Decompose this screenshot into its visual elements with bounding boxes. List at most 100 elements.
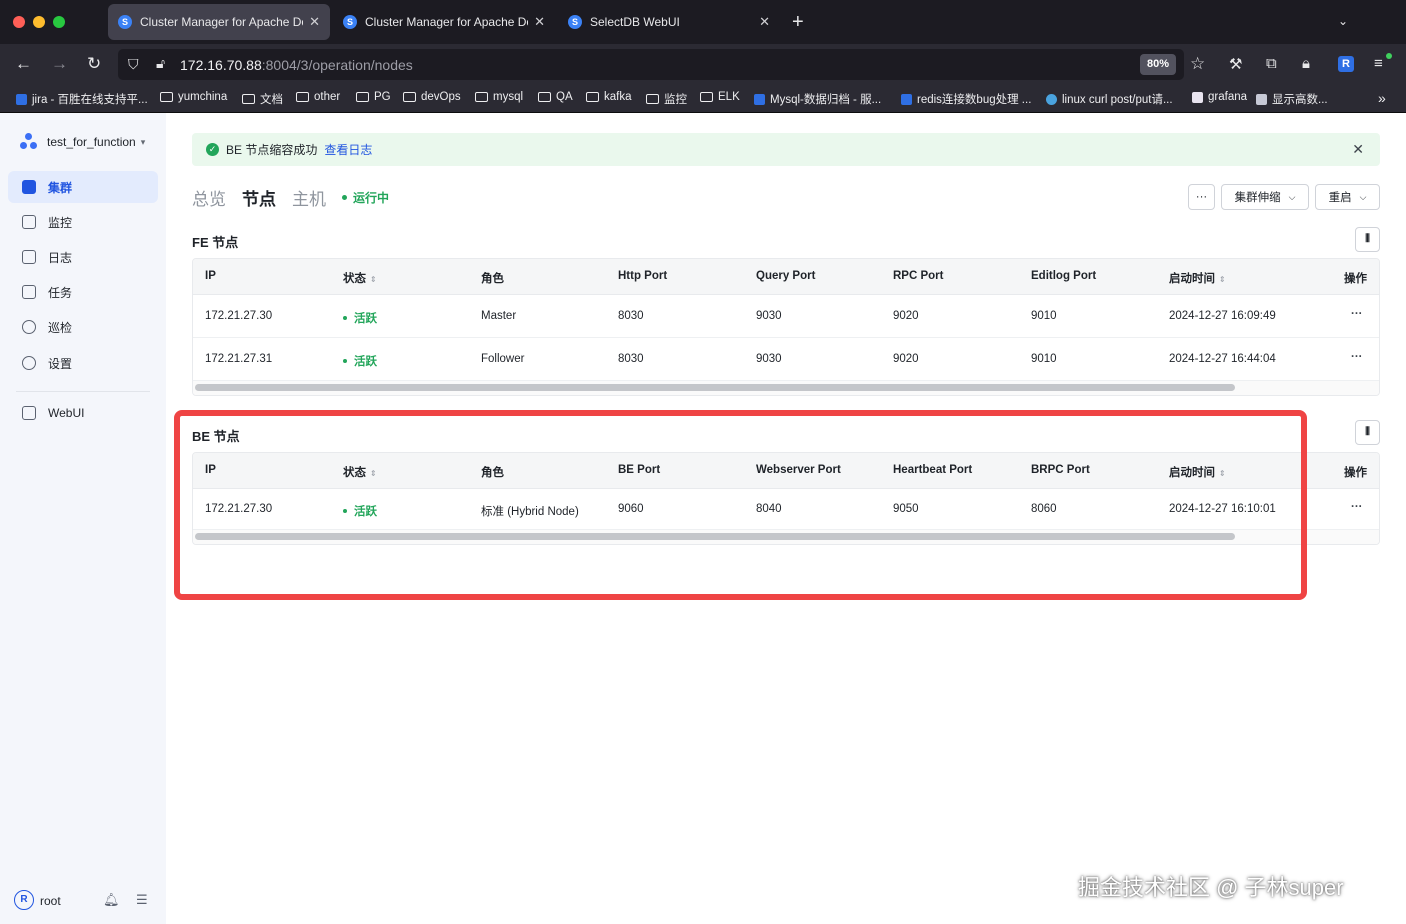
folder-icon [646, 94, 659, 104]
view-log-link[interactable]: 查看日志 [324, 141, 372, 158]
sort-icon[interactable]: ⇕ [370, 275, 377, 284]
annotation-highlight-box [174, 410, 1307, 600]
tab-overview[interactable]: 总览 [192, 185, 226, 210]
scrollbar-thumb[interactable] [195, 384, 1235, 391]
forward-icon[interactable]: → [51, 54, 68, 74]
sidebar-item-log[interactable]: 日志 [8, 241, 158, 273]
bookmark-folder-qa[interactable]: QA [538, 91, 573, 103]
minimize-window-button[interactable] [33, 16, 45, 28]
padlock-extension-icon[interactable]: 🔒︎ [1302, 55, 1310, 72]
user-name[interactable]: root [40, 894, 61, 908]
bookmark-redis[interactable]: redis连接数bug处理 ... [901, 91, 1031, 107]
sort-icon[interactable]: ⇕ [1219, 275, 1226, 284]
fe-table: IP 状态 ⇕ 角色 Http Port Query Port RPC Port … [192, 258, 1380, 396]
bookmark-linux-curl[interactable]: linux curl post/put请... [1046, 91, 1173, 107]
zoom-level-badge[interactable]: 80% [1140, 54, 1177, 75]
address-bar[interactable]: ⛉ 🔓︎ 172.16.70.88:8004/3/operation/nodes… [118, 49, 1205, 80]
browser-tab-1[interactable]: S Cluster Manager for Apache Doris ✕ [108, 4, 330, 40]
close-icon[interactable]: ✕ [1352, 141, 1364, 158]
row-actions-button[interactable]: ··· [1351, 501, 1363, 513]
extensions-icon[interactable]: ⧉ [1266, 55, 1277, 72]
more-bookmarks-icon[interactable]: » [1378, 90, 1386, 106]
cell-status: 活跃 [343, 310, 377, 326]
sidebar-item-webui[interactable]: WebUI [8, 397, 158, 429]
column-header: 操作 [1344, 273, 1367, 285]
cell-role: Follower [481, 353, 525, 365]
sidebar-item-label: 巡检 [48, 320, 73, 335]
column-settings-icon[interactable]: ⦀ [1355, 420, 1380, 445]
bookmark-folder-other[interactable]: other [296, 91, 340, 103]
app-menu-icon[interactable]: ≡ [1374, 55, 1383, 72]
new-tab-button[interactable]: + [792, 12, 804, 32]
column-header-sortable[interactable]: 启动时间 ⇕ [1169, 270, 1226, 286]
bookmark-jira[interactable]: jira - 百胜在线支持平... [16, 91, 148, 107]
close-tab-icon[interactable]: ✕ [759, 14, 770, 30]
tab-title: SelectDB WebUI [590, 15, 680, 29]
sidebar-item-task[interactable]: 任务 [8, 276, 158, 308]
cell-start-time: 2024-12-27 16:44:04 [1169, 353, 1276, 365]
column-header: RPC Port [893, 270, 944, 282]
cell-query-port: 9030 [756, 353, 782, 365]
cluster-scale-button[interactable]: 集群伸缩 ⌵ [1221, 184, 1309, 210]
doris-favicon-icon: S [343, 15, 357, 29]
restart-button[interactable]: 重启 ⌵ [1315, 184, 1380, 210]
bookmark-folder-yumchina[interactable]: yumchina [160, 91, 227, 103]
bookmark-folder-kafka[interactable]: kafka [586, 91, 632, 103]
column-header-sortable[interactable]: 状态 ⇕ [343, 270, 377, 286]
sidebar-item-cluster[interactable]: 集群 [8, 171, 158, 203]
sidebar-item-settings[interactable]: 设置 [8, 347, 158, 379]
extension-r-icon[interactable]: R [1338, 56, 1354, 72]
cluster-name: test_for_function [47, 135, 136, 149]
bookmark-star-icon[interactable]: ☆ [1190, 54, 1205, 74]
tracking-shield-icon[interactable]: ⛉ [128, 56, 139, 73]
browser-tab-3[interactable]: S SelectDB WebUI ✕ [558, 4, 780, 40]
grafana-icon [1192, 91, 1203, 103]
cell-query-port: 9030 [756, 310, 782, 322]
back-icon[interactable]: ← [15, 54, 32, 74]
sidebar: test_for_function ▾ 集群 监控 日志 任务 巡检 设置 We… [0, 113, 166, 924]
lock-icon[interactable]: 🔓︎ [156, 55, 165, 72]
cell-rpc-port: 9020 [893, 310, 919, 322]
bookmark-folder-monitor[interactable]: 监控 [646, 91, 687, 107]
cluster-selector[interactable]: test_for_function ▾ [20, 133, 145, 151]
tab-hosts[interactable]: 主机 [292, 185, 326, 210]
sidebar-item-inspection[interactable]: 巡检 [8, 311, 158, 343]
avatar[interactable]: R [14, 890, 34, 910]
column-settings-icon[interactable]: ⦀ [1355, 227, 1380, 252]
folder-icon [160, 92, 173, 102]
reload-icon[interactable]: ↻ [87, 54, 101, 74]
bookmark-folder-elk[interactable]: ELK [700, 91, 740, 103]
site-icon [1046, 93, 1057, 105]
bookmarks-bar: jira - 百胜在线支持平... yumchina 文档 other PG d… [0, 85, 1406, 113]
bookmark-folder-pg[interactable]: PG [356, 91, 391, 103]
bookmark-folder-docs[interactable]: 文档 [242, 91, 283, 107]
wrench-icon[interactable]: ⚒ [1229, 55, 1242, 73]
bell-icon[interactable]: 🔔︎ [103, 892, 120, 908]
url-text[interactable]: 172.16.70.88:8004/3/operation/nodes [180, 57, 413, 73]
bookmark-grafana[interactable]: grafana [1192, 91, 1247, 103]
close-tab-icon[interactable]: ✕ [309, 14, 320, 30]
close-window-button[interactable] [13, 16, 25, 28]
sidebar-item-monitor[interactable]: 监控 [8, 206, 158, 238]
bookmark-display[interactable]: 显示高数... [1256, 91, 1328, 107]
column-header: 操作 [1344, 467, 1367, 479]
row-actions-button[interactable]: ··· [1351, 351, 1363, 363]
collapse-sidebar-icon[interactable]: ☰ [136, 892, 148, 908]
horizontal-scrollbar[interactable] [193, 381, 1379, 395]
folder-icon [242, 94, 255, 104]
maximize-window-button[interactable] [53, 16, 65, 28]
tab-nodes[interactable]: 节点 [242, 185, 276, 210]
close-tab-icon[interactable]: ✕ [534, 14, 545, 30]
success-alert: ✓ BE 节点缩容成功 查看日志 ✕ [192, 133, 1380, 166]
chevron-down-icon: ⌵ [1359, 191, 1367, 202]
more-actions-button[interactable]: ··· [1188, 184, 1215, 210]
bookmark-folder-devops[interactable]: devOps [403, 91, 461, 103]
sidebar-divider [16, 391, 150, 392]
bookmark-mysql-archive[interactable]: Mysql-数据归档 - 服... [754, 91, 881, 107]
bookmark-folder-mysql[interactable]: mysql [475, 91, 523, 103]
browser-tab-2[interactable]: S Cluster Manager for Apache Doris ✕ [333, 4, 555, 40]
row-actions-button[interactable]: ··· [1351, 308, 1363, 320]
folder-icon [586, 92, 599, 102]
list-all-tabs-icon[interactable]: ⌄ [1338, 14, 1348, 28]
cell-role: Master [481, 310, 517, 322]
